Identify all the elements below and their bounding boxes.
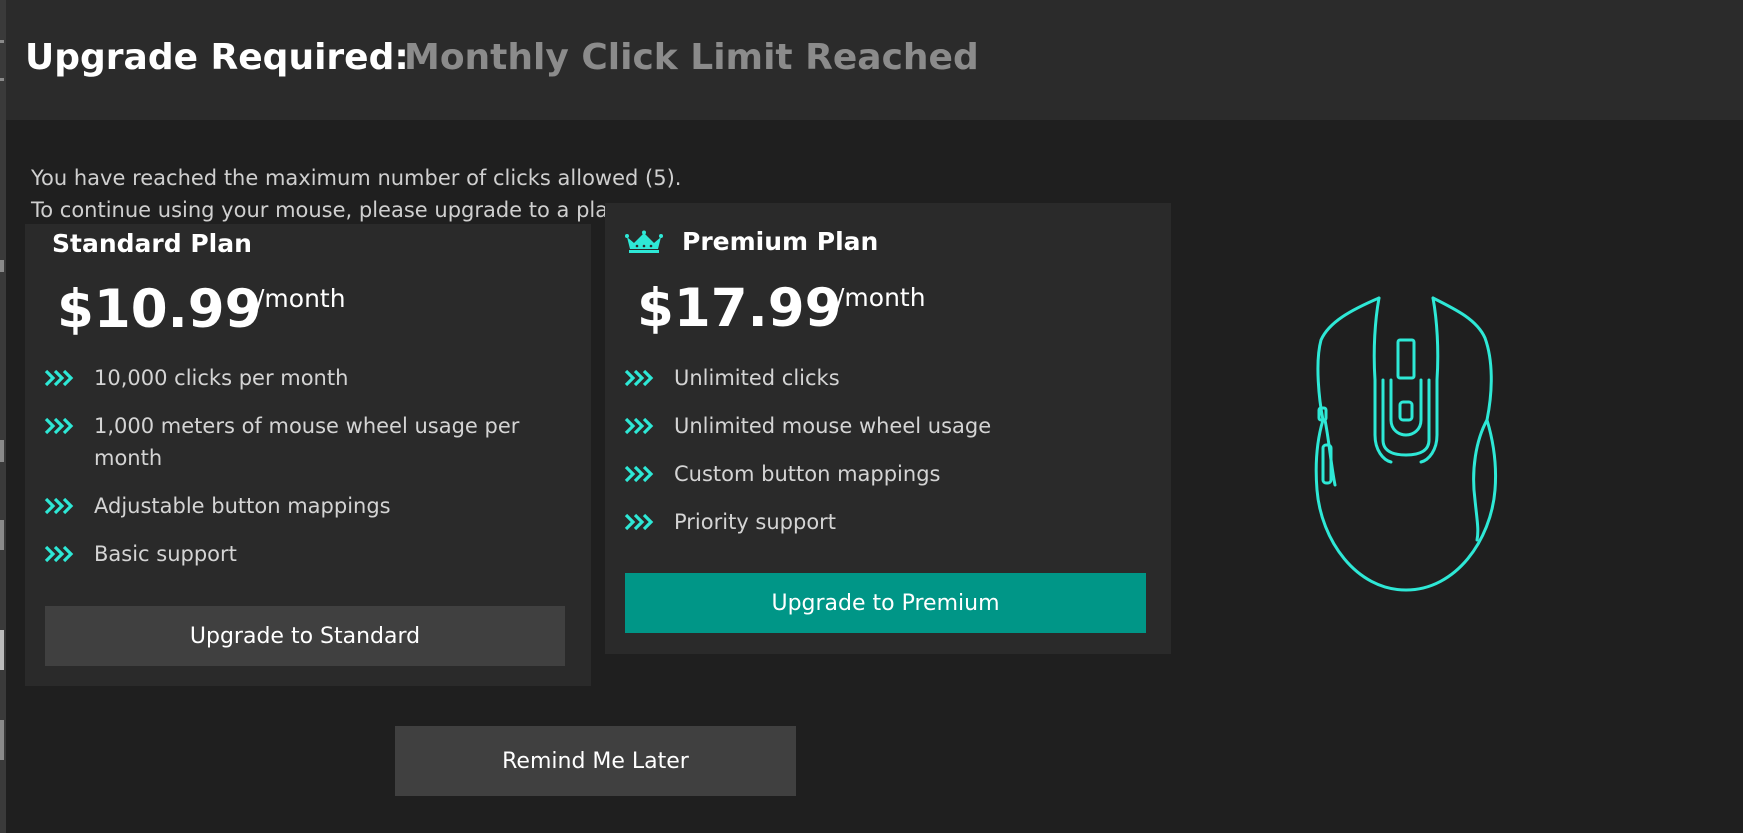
upgrade-standard-button[interactable]: Upgrade to Standard — [45, 606, 565, 666]
remind-me-later-button[interactable]: Remind Me Later — [395, 726, 796, 796]
upgrade-window: Upgrade Required: Monthly Click Limit Re… — [0, 0, 1743, 833]
triple-chevron-right-icon — [44, 497, 74, 515]
crown-icon — [625, 230, 663, 253]
limit-message-line-2: To continue using your mouse, please upg… — [31, 198, 629, 222]
triple-chevron-right-icon — [44, 417, 74, 435]
feature-text: Adjustable button mappings — [94, 494, 391, 518]
feature-item: Priority support — [624, 506, 1124, 538]
triple-chevron-right-icon — [624, 369, 654, 387]
premium-plan-price: $17.99 — [637, 278, 842, 339]
feature-item: Unlimited clicks — [624, 362, 1124, 394]
feature-text: 1,000 meters of mouse wheel usage per mo… — [94, 414, 520, 470]
feature-item: Basic support — [44, 538, 544, 570]
standard-plan-period: /month — [256, 284, 346, 313]
dialog-subtitle: Monthly Click Limit Reached — [404, 37, 979, 78]
computer-mouse-icon — [1314, 296, 1497, 592]
premium-plan-card: Premium Plan $17.99 /month Unlimited cli… — [605, 203, 1171, 654]
feature-item: Adjustable button mappings — [44, 490, 544, 522]
feature-text: Priority support — [674, 510, 837, 534]
feature-text: 10,000 clicks per month — [94, 366, 349, 390]
premium-plan-title: Premium Plan — [682, 227, 879, 256]
feature-text: Unlimited clicks — [674, 366, 840, 390]
dialog-title: Upgrade Required: — [25, 37, 409, 78]
triple-chevron-right-icon — [624, 465, 654, 483]
dialog-header: Upgrade Required: Monthly Click Limit Re… — [6, 0, 1743, 120]
triple-chevron-right-icon — [44, 369, 74, 387]
upgrade-dialog: Upgrade Required: Monthly Click Limit Re… — [6, 0, 1743, 833]
feature-text: Basic support — [94, 542, 237, 566]
standard-plan-title: Standard Plan — [52, 229, 252, 258]
feature-item: Unlimited mouse wheel usage — [624, 410, 1124, 442]
premium-plan-period: /month — [836, 283, 926, 312]
limit-message: You have reached the maximum number of c… — [31, 162, 681, 226]
premium-plan-features: Unlimited clicks Unlimited mouse wheel u… — [624, 362, 1124, 554]
feature-item: 1,000 meters of mouse wheel usage per mo… — [44, 410, 544, 474]
standard-plan-features: 10,000 clicks per month 1,000 meters of … — [44, 362, 544, 586]
feature-text: Unlimited mouse wheel usage — [674, 414, 992, 438]
feature-text: Custom button mappings — [674, 462, 941, 486]
triple-chevron-right-icon — [624, 417, 654, 435]
feature-item: Custom button mappings — [624, 458, 1124, 490]
triple-chevron-right-icon — [44, 545, 74, 563]
feature-item: 10,000 clicks per month — [44, 362, 544, 394]
limit-message-line-1: You have reached the maximum number of c… — [31, 166, 682, 190]
triple-chevron-right-icon — [624, 513, 654, 531]
standard-plan-card: Standard Plan $10.99 /month 10,000 click… — [25, 224, 591, 686]
standard-plan-price: $10.99 — [57, 279, 262, 340]
upgrade-premium-button[interactable]: Upgrade to Premium — [625, 573, 1146, 633]
